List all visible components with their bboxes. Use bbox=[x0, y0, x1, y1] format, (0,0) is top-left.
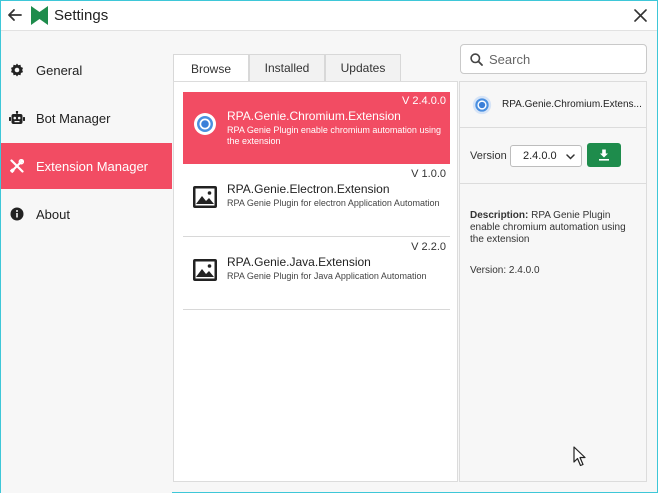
version-info-value: 2.4.0.0 bbox=[508, 265, 540, 276]
info-icon bbox=[9, 206, 25, 222]
list-item[interactable]: V 1.0.0 RPA.Genie.Electron.Extension RPA… bbox=[183, 165, 450, 237]
sidebar-item-general[interactable]: General bbox=[1, 47, 172, 93]
description-label: Description: bbox=[470, 210, 529, 221]
extension-version: V 2.2.0 bbox=[411, 241, 446, 253]
extension-name: RPA.Genie.Java.Extension bbox=[227, 255, 371, 269]
extension-description: RPA Genie Plugin for Java Application Au… bbox=[227, 271, 427, 281]
image-icon bbox=[193, 259, 217, 281]
extension-name: RPA.Genie.Electron.Extension bbox=[227, 182, 390, 196]
detail-description: Description: RPA Genie Plugin enable chr… bbox=[470, 210, 642, 246]
close-icon[interactable] bbox=[634, 9, 647, 22]
sidebar: General Bot Manager Extension Manager Ab… bbox=[1, 32, 172, 493]
version-select-value: 2.4.0.0 bbox=[523, 150, 557, 162]
back-arrow-icon[interactable] bbox=[7, 7, 23, 23]
tab-label: Updates bbox=[340, 61, 386, 75]
tools-icon bbox=[9, 158, 25, 174]
search-box bbox=[460, 44, 647, 74]
robot-icon bbox=[9, 110, 25, 126]
list-item[interactable]: V 2.4.0.0 RPA.Genie.Chromium.Extension R… bbox=[183, 92, 450, 164]
gear-icon bbox=[9, 62, 25, 78]
extension-description: RPA Genie Plugin enable chromium automat… bbox=[227, 125, 441, 146]
tab-updates[interactable]: Updates bbox=[325, 54, 401, 81]
sidebar-item-bot-manager[interactable]: Bot Manager bbox=[1, 95, 172, 141]
chromium-icon bbox=[194, 113, 216, 135]
sidebar-item-label: General bbox=[36, 62, 83, 78]
extension-description: RPA Genie Plugin for electron Applicatio… bbox=[227, 198, 440, 208]
extension-version: V 1.0.0 bbox=[411, 168, 446, 180]
settings-window: Settings General Bot Manager Extension M… bbox=[0, 0, 658, 493]
download-button[interactable] bbox=[587, 143, 621, 167]
sidebar-item-label: Extension Manager bbox=[36, 158, 149, 174]
version-select[interactable]: 2.4.0.0 bbox=[510, 145, 582, 167]
tab-label: Browse bbox=[190, 61, 231, 76]
tab-browse[interactable]: Browse bbox=[173, 54, 249, 82]
image-icon bbox=[193, 186, 217, 208]
app-logo-icon bbox=[31, 6, 48, 25]
sidebar-item-label: Bot Manager bbox=[36, 110, 111, 126]
window-title: Settings bbox=[54, 7, 109, 24]
sidebar-item-extension-manager[interactable]: Extension Manager bbox=[1, 143, 172, 189]
tab-label: Installed bbox=[264, 61, 310, 75]
chevron-down-icon bbox=[566, 154, 575, 160]
search-input[interactable] bbox=[489, 49, 639, 69]
version-info-label: Version: bbox=[470, 265, 507, 276]
detail-header: RPA.Genie.Chromium.Extens... bbox=[460, 82, 646, 128]
list-item[interactable]: V 2.2.0 RPA.Genie.Java.Extension RPA Gen… bbox=[183, 238, 450, 310]
detail-version: Version: 2.4.0.0 bbox=[470, 265, 540, 276]
download-icon bbox=[599, 149, 609, 161]
extension-version: V 2.4.0.0 bbox=[401, 95, 446, 107]
tab-installed[interactable]: Installed bbox=[249, 54, 325, 81]
sidebar-item-about[interactable]: About bbox=[1, 191, 172, 237]
detail-extension-name: RPA.Genie.Chromium.Extens... bbox=[502, 99, 642, 110]
sidebar-item-label: About bbox=[36, 206, 70, 222]
version-row: Version 2.4.0.0 bbox=[460, 128, 646, 184]
extension-name: RPA.Genie.Chromium.Extension bbox=[227, 109, 401, 123]
extension-detail-panel: RPA.Genie.Chromium.Extens... Version 2.4… bbox=[459, 81, 647, 482]
search-icon bbox=[470, 53, 483, 66]
mouse-cursor-icon bbox=[573, 446, 586, 467]
chromium-icon bbox=[472, 95, 492, 115]
version-label: Version bbox=[470, 150, 507, 162]
title-bar: Settings bbox=[1, 1, 657, 31]
extension-list: V 2.4.0.0 RPA.Genie.Chromium.Extension R… bbox=[173, 81, 458, 482]
